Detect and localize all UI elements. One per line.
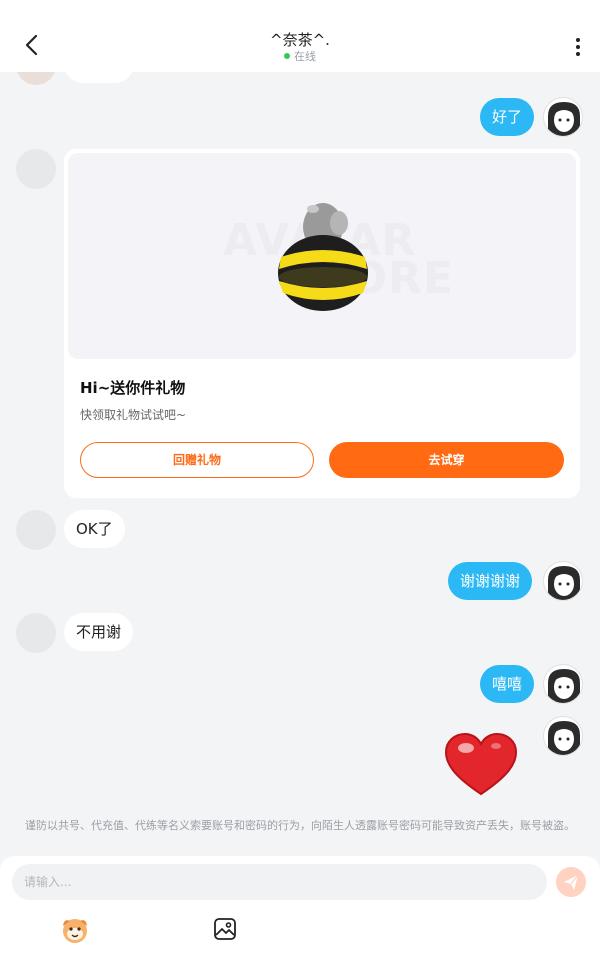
peer-avatar[interactable] bbox=[16, 613, 56, 653]
try-on-button[interactable]: 去试穿 bbox=[329, 442, 564, 478]
send-button[interactable] bbox=[556, 867, 586, 897]
title-block: ^奈茶^. 在线 bbox=[0, 30, 600, 64]
bee-gift-illustration bbox=[278, 203, 368, 311]
chat-header: ^奈茶^. 在线 bbox=[0, 0, 600, 72]
gift-card: AVATAR STORE Hi~送你件礼物 快领取礼物试试吧~ 回赠礼物 去试穿 bbox=[64, 149, 580, 498]
gift-image: AVATAR STORE bbox=[68, 153, 576, 359]
image-icon[interactable] bbox=[213, 917, 237, 941]
gift-subtitle: 快领取礼物试试吧~ bbox=[80, 408, 187, 422]
my-avatar[interactable] bbox=[543, 716, 583, 756]
online-status: 在线 bbox=[0, 50, 600, 64]
message-list[interactable]: 好了 AVATAR STORE Hi~送你件礼物 快领取礼物试试吧~ 回赠礼物 … bbox=[0, 72, 600, 812]
peer-message-bubble[interactable]: OK了 bbox=[64, 510, 125, 548]
send-icon bbox=[564, 874, 579, 890]
chat-title: ^奈茶^. bbox=[270, 31, 330, 49]
safety-notice: 谨防以共号、代充值、代练等名义索要账号和密码的行为，向陌生人透露账号密码可能导致… bbox=[25, 819, 575, 832]
my-avatar[interactable] bbox=[543, 561, 583, 601]
message-input[interactable] bbox=[12, 864, 547, 900]
my-message-bubble[interactable]: 谢谢谢谢 bbox=[448, 562, 533, 600]
my-message-bubble[interactable]: 好了 bbox=[480, 98, 535, 136]
peer-message-bubble-partial[interactable] bbox=[64, 72, 134, 83]
composer bbox=[0, 856, 600, 960]
heart-sticker-icon[interactable] bbox=[444, 732, 518, 796]
my-message-bubble[interactable]: 嘻嘻 bbox=[480, 665, 535, 703]
more-vertical-icon[interactable] bbox=[570, 36, 586, 60]
online-status-text: 在线 bbox=[294, 50, 316, 63]
emoji-face-icon[interactable] bbox=[60, 916, 90, 944]
my-avatar[interactable] bbox=[543, 97, 583, 137]
my-avatar[interactable] bbox=[543, 664, 583, 704]
peer-avatar[interactable] bbox=[16, 510, 56, 550]
online-dot bbox=[284, 53, 290, 59]
peer-avatar[interactable] bbox=[16, 72, 56, 85]
peer-message-bubble[interactable]: 不用谢 bbox=[64, 613, 134, 651]
return-gift-button[interactable]: 回赠礼物 bbox=[80, 442, 314, 478]
peer-avatar[interactable] bbox=[16, 149, 56, 189]
gift-title: Hi~送你件礼物 bbox=[80, 379, 186, 397]
